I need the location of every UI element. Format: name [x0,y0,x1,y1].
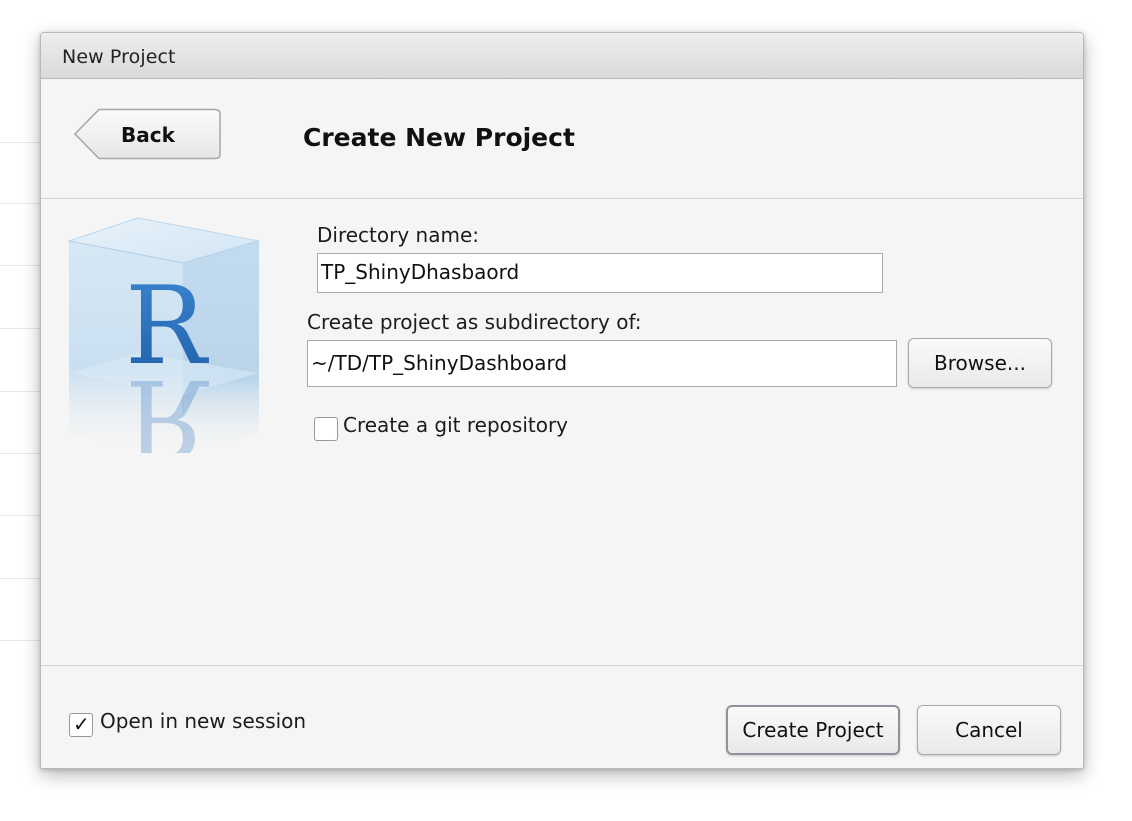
open-new-session-label: Open in new session [100,709,307,733]
cancel-button[interactable]: Cancel [917,705,1061,755]
title-bar[interactable]: New Project [41,33,1083,79]
footer-divider [41,665,1083,666]
git-repository-label: Create a git repository [343,413,569,437]
background-stripe [0,142,42,143]
git-repository-checkbox[interactable] [314,417,338,441]
background-stripe [0,203,42,204]
svg-text:R: R [125,355,209,453]
background-stripe [0,578,42,579]
background-stripe [0,453,42,454]
back-button[interactable]: Back [73,108,221,160]
window-title: New Project [62,46,176,68]
parent-directory-input[interactable]: ~/TD/TP_ShinyDashboard [307,340,897,387]
back-button-label: Back [121,123,175,147]
parent-directory-label: Create project as subdirectory of: [307,310,642,334]
background-stripe [0,391,42,392]
screen: New Project Back Create New Project R R … [0,0,1132,821]
open-new-session-checkbox[interactable]: ✓ [69,712,93,737]
directory-name-input[interactable]: TP_ShinyDhasbaord [317,253,883,293]
background-stripe [0,515,42,516]
checkmark-icon: ✓ [73,712,90,736]
directory-name-label: Directory name: [317,223,479,247]
background-stripe [0,328,42,329]
r-logo-icon: R R [63,213,263,480]
new-project-dialog: New Project Back Create New Project R R … [40,32,1084,769]
browse-button[interactable]: Browse... [908,338,1052,388]
background-stripe [0,265,42,266]
page-title: Create New Project [303,123,575,152]
wizard-header: Back Create New Project [41,79,1083,199]
background-stripe [0,640,42,641]
create-project-button[interactable]: Create Project [726,705,900,755]
